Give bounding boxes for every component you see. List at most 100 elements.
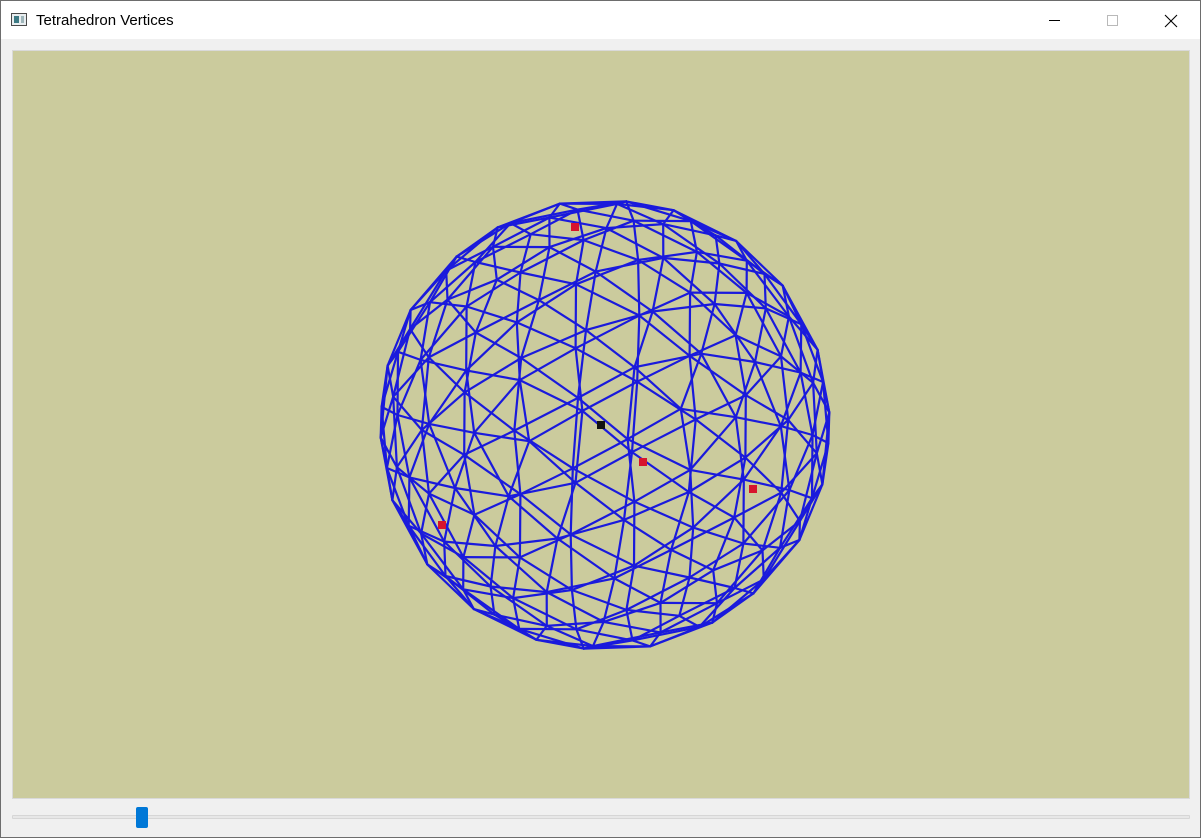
wireframe-edge	[574, 283, 641, 317]
wireframe-edge	[453, 486, 497, 548]
wireframe-edge	[594, 270, 654, 313]
wireframe-edge	[700, 352, 757, 364]
window-title: Tetrahedron Vertices	[36, 12, 174, 29]
maximize-button[interactable]	[1083, 1, 1141, 39]
close-button[interactable]	[1141, 1, 1199, 39]
wireframe-edge	[462, 513, 476, 559]
wireframe-edge	[581, 380, 639, 412]
wireframe-edge	[695, 250, 748, 294]
wireframe-edge	[528, 440, 577, 484]
wireframe-edge	[473, 379, 521, 434]
wireframe-edge	[537, 246, 551, 302]
wireframe-edge	[582, 239, 640, 262]
wireframe-edge	[613, 548, 673, 580]
wireframe-edge	[537, 270, 597, 302]
slider-track[interactable]	[12, 815, 1190, 819]
wireframe-edge	[576, 366, 636, 399]
wireframe-edge	[734, 334, 747, 397]
wireframe-edge	[574, 481, 626, 521]
wireframe-edge	[659, 548, 673, 605]
wireframe-edge	[659, 569, 715, 605]
wireframe-edge	[396, 350, 422, 361]
rotation-slider[interactable]	[12, 805, 1190, 829]
wireframe-edge	[443, 540, 497, 548]
wireframe-edge	[574, 347, 639, 383]
3d-viewport[interactable]	[12, 50, 1190, 799]
wireframe-edge	[428, 301, 468, 308]
vertex-markers	[438, 223, 757, 529]
wireframe-edge	[574, 451, 634, 484]
tetrahedron-vertex-marker	[438, 521, 446, 529]
wireframe-edge	[515, 321, 521, 382]
wireframe-edge	[625, 608, 634, 642]
wireframe-edge	[474, 260, 522, 274]
wireframe-edge	[576, 396, 629, 441]
wireframe-edge	[810, 433, 814, 500]
wireframe-edge	[570, 588, 628, 612]
minimize-button[interactable]	[1025, 1, 1083, 39]
wireframe-edge	[689, 416, 737, 471]
wireframe-edge	[453, 486, 510, 498]
wireframe-edge	[581, 409, 634, 454]
wireframe-edge	[548, 246, 597, 273]
wireframe-edge	[678, 576, 691, 617]
wireframe-edge	[713, 302, 767, 310]
wireframe-edge	[613, 577, 662, 605]
wireframe-edge	[742, 542, 782, 549]
close-icon	[1164, 14, 1178, 28]
wireframe-edge	[556, 537, 616, 580]
wireframe-edge	[574, 347, 584, 412]
wireframe-edge	[518, 493, 522, 559]
wireframe-edge	[576, 208, 635, 222]
wireframe-edge	[407, 476, 411, 527]
wireframe-edge	[569, 533, 636, 567]
wireframe-edge	[408, 476, 446, 543]
tetrahedron-vertex-marker	[639, 458, 647, 466]
wireframe-edge	[515, 271, 522, 324]
wireframe-edge	[633, 366, 682, 410]
center-marker	[597, 421, 605, 429]
wireframe-edge	[584, 329, 636, 369]
wireframe-edge	[519, 239, 585, 274]
wireframe-edge	[632, 564, 691, 579]
wireframe-edge	[636, 380, 697, 421]
wireframe-edge	[455, 226, 499, 258]
wireframe-edge	[779, 355, 790, 422]
tetrahedron-vertex-marker	[749, 485, 757, 493]
app-window-icon[interactable]	[11, 13, 27, 26]
wireframe-edge	[519, 271, 578, 286]
wireframe-edge	[443, 540, 447, 578]
wireframe-edge	[420, 428, 466, 456]
wireframe-edge	[473, 493, 522, 516]
wireframe-edge	[651, 256, 665, 313]
wireframe-edge	[734, 291, 748, 337]
wireframe-edge	[744, 394, 790, 422]
wireframe-edge	[465, 369, 521, 382]
wireframe-edge	[636, 258, 641, 317]
wireframe-edge	[463, 453, 476, 516]
wireframe-edge	[556, 518, 626, 540]
title-bar[interactable]: Tetrahedron Vertices	[1, 1, 1200, 39]
wireframe-edge	[632, 526, 695, 567]
wireframe-edge	[638, 291, 692, 317]
wireframe-edge	[688, 291, 737, 337]
slider-thumb[interactable]	[136, 807, 148, 828]
wireframe-edge	[688, 291, 692, 357]
app-window: Tetrahedron Vertices	[0, 0, 1201, 838]
wireframe-edge	[687, 418, 697, 494]
wireframe-edge	[396, 350, 400, 417]
wireframe-edge	[519, 233, 532, 274]
wireframe-edge	[688, 354, 747, 397]
wireframe-edge	[571, 438, 629, 470]
wireframe-edge	[428, 422, 476, 434]
wireframe-edge	[545, 537, 559, 594]
wireframe-edge	[636, 354, 691, 383]
wireframe-edge	[689, 468, 745, 481]
wireframe-edge	[569, 533, 574, 592]
wireframe-edge	[465, 369, 476, 434]
wireframe-edge	[688, 576, 736, 590]
wireframe-edge	[462, 556, 515, 600]
wireframe-edge	[679, 407, 692, 471]
wireframe-edge	[688, 334, 737, 357]
wireframe-edge	[571, 467, 636, 503]
